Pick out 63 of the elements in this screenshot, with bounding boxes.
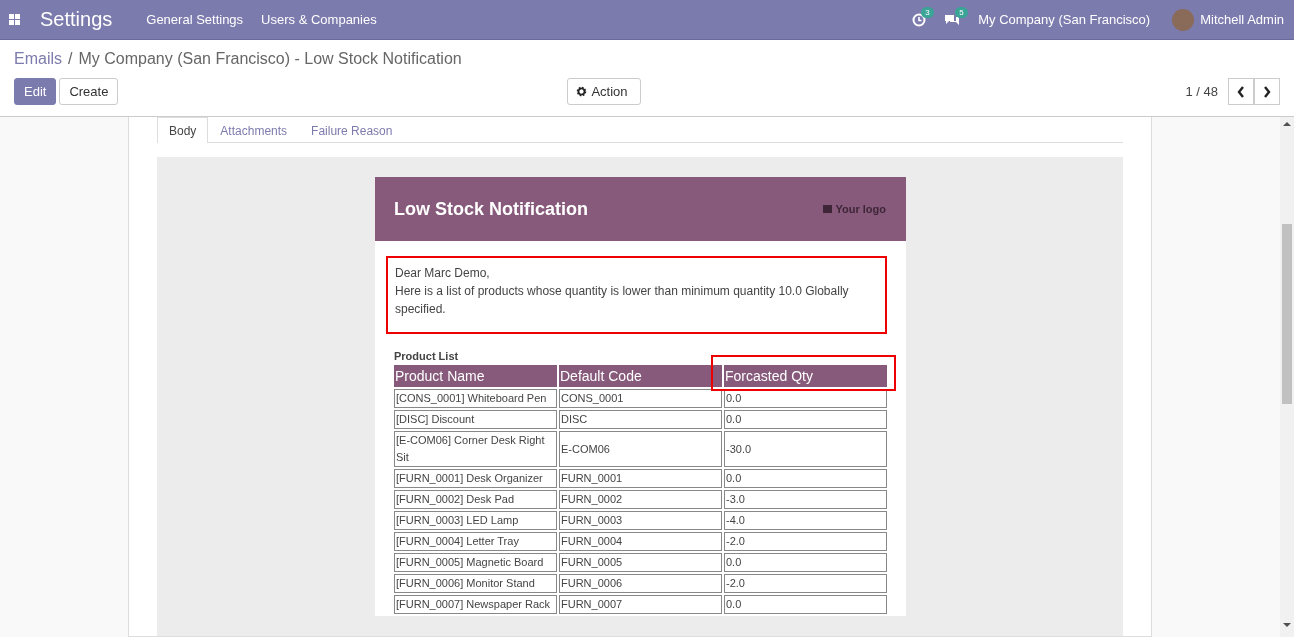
- table-cell: FURN_0004: [559, 532, 722, 551]
- table-cell: -30.0: [724, 431, 887, 467]
- table-cell: [FURN_0001] Desk Organizer: [394, 469, 557, 488]
- table-cell: DISC: [559, 410, 722, 429]
- user-name[interactable]: Mitchell Admin: [1200, 12, 1284, 27]
- apps-menu-icon[interactable]: [9, 14, 20, 25]
- breadcrumb-link[interactable]: Emails: [14, 50, 62, 68]
- pager-value: 1 / 48: [1185, 84, 1218, 99]
- tab[interactable]: Body: [157, 117, 209, 143]
- table-cell: [FURN_0005] Magnetic Board: [394, 553, 557, 572]
- email-title: Low Stock Notification: [394, 198, 588, 220]
- breadcrumb-separator: /: [68, 50, 73, 68]
- table-cell: -2.0: [724, 574, 887, 593]
- table-cell: FURN_0003: [559, 511, 722, 530]
- table-caption: Product List: [394, 350, 460, 362]
- table-cell: [CONS_0001] Whiteboard Pen: [394, 389, 557, 408]
- create-button[interactable]: Create: [59, 78, 119, 105]
- table-cell: 0.0: [724, 595, 887, 614]
- next-button[interactable]: [1254, 78, 1280, 105]
- menu-item[interactable]: Users & Companies: [261, 12, 377, 27]
- table-cell: [FURN_0003] LED Lamp: [394, 511, 557, 530]
- table-cell: FURN_0006: [559, 574, 722, 593]
- table-cell: 0.0: [724, 410, 887, 429]
- table-cell: FURN_0001: [559, 469, 722, 488]
- previous-button[interactable]: [1228, 78, 1254, 105]
- table-cell: E-COM06: [559, 431, 722, 467]
- image-icon: [823, 205, 833, 213]
- greeting-text: Dear Marc Demo,: [395, 265, 491, 282]
- table-cell: [E-COM06] Corner Desk Right Sit: [394, 431, 557, 467]
- gear-icon: [576, 86, 588, 97]
- table-cell: CONS_0001: [559, 389, 722, 408]
- menu-item[interactable]: General Settings: [146, 12, 244, 27]
- table-cell: [DISC] Discount: [394, 410, 557, 429]
- table-cell: -3.0: [724, 490, 887, 509]
- message-count-badge: 5: [955, 7, 968, 18]
- table-cell: 0.0: [724, 553, 887, 572]
- table-cell: [FURN_0006] Monitor Stand: [394, 574, 557, 593]
- table-cell: [FURN_0007] Newspaper Rack: [394, 595, 557, 614]
- table-cell: [FURN_0004] Letter Tray: [394, 532, 557, 551]
- action-button[interactable]: Action: [567, 78, 641, 105]
- edit-button[interactable]: Edit: [14, 78, 57, 105]
- column-header: Default Code: [559, 365, 722, 387]
- message-text: Here is a list of products whose quantity is lower than minimum quantity 10.0 Globally specified.: [395, 283, 850, 318]
- table-cell: FURN_0002: [559, 490, 722, 509]
- column-header: Product Name: [394, 365, 557, 387]
- tab[interactable]: Failure Reason: [299, 117, 405, 142]
- tab[interactable]: Attachments: [208, 117, 300, 142]
- table-cell: FURN_0005: [559, 553, 722, 572]
- clock-icon[interactable]: [912, 12, 927, 27]
- table-cell: 0.0: [724, 389, 887, 408]
- table-cell: -4.0: [724, 511, 887, 530]
- chevron-right-icon: [1263, 85, 1271, 98]
- logo-placeholder-text: Your logo: [835, 203, 886, 215]
- chevron-left-icon: [1237, 85, 1245, 98]
- table-cell: 0.0: [724, 469, 887, 488]
- chat-bubbles-icon[interactable]: [944, 13, 961, 26]
- app-title[interactable]: Settings: [40, 8, 113, 31]
- activity-count-badge: 3: [921, 6, 934, 18]
- table-cell: FURN_0007: [559, 595, 722, 614]
- table-cell: -2.0: [724, 532, 887, 551]
- table-cell: [FURN_0002] Desk Pad: [394, 490, 557, 509]
- record-title: My Company (San Francisco) - Low Stock Notification: [78, 50, 462, 68]
- company-switcher[interactable]: My Company (San Francisco): [978, 12, 1151, 27]
